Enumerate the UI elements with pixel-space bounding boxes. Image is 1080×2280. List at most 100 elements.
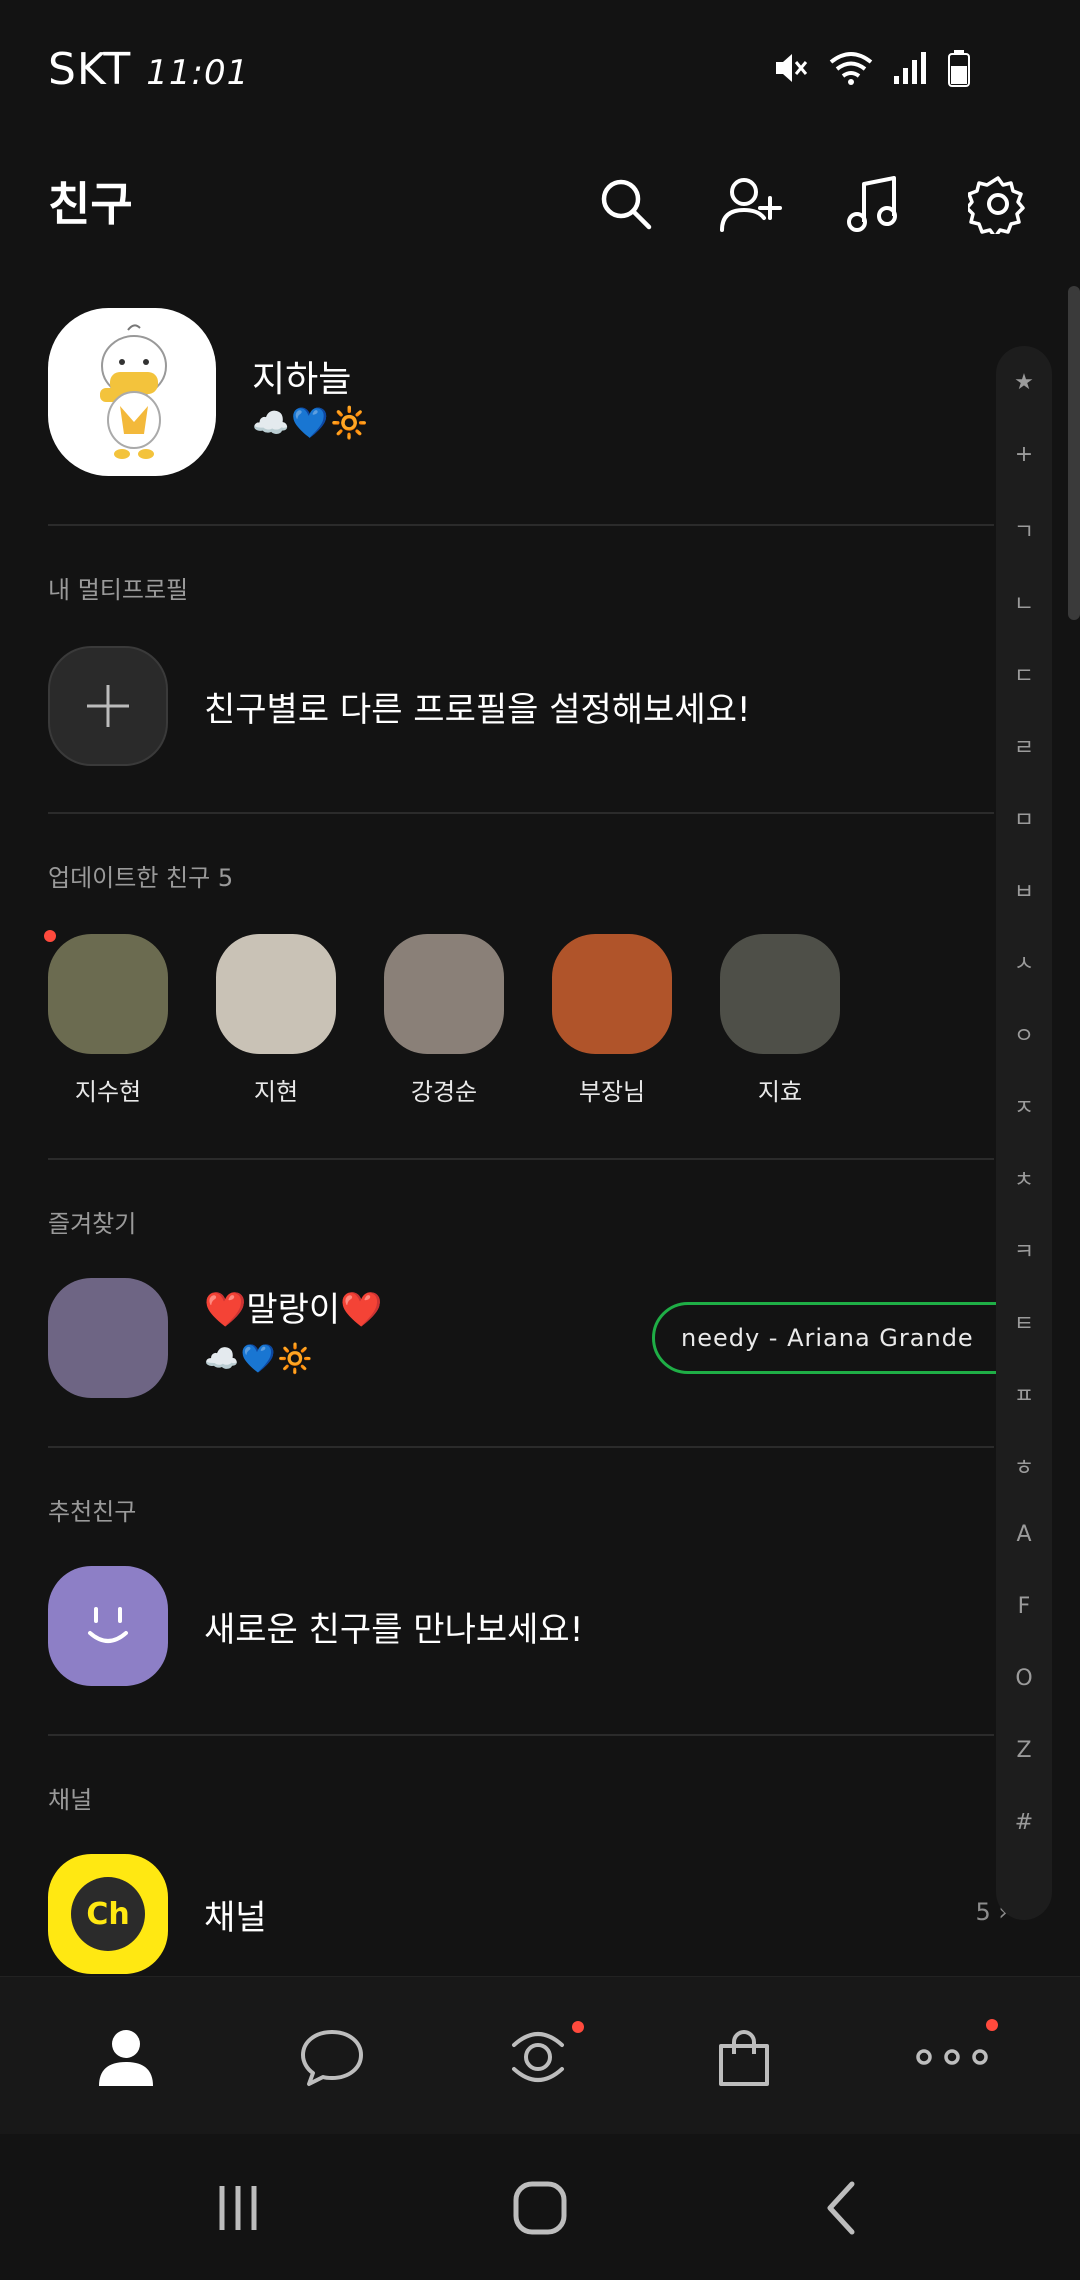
- bottom-navigation: [0, 1976, 1080, 2134]
- signal-icon: [894, 52, 926, 84]
- divider: [48, 1734, 994, 1736]
- page-title: 친구: [48, 177, 133, 231]
- index-letter[interactable]: ㅋ: [996, 1234, 1052, 1266]
- updated-friend[interactable]: 부장님: [552, 934, 672, 1107]
- person-icon: [99, 2030, 153, 2086]
- back-button[interactable]: [802, 2168, 882, 2248]
- multi-profile-prompt[interactable]: 친구별로 다른 프로필을 설정해보세요!: [204, 682, 751, 731]
- channel-logo-badge: Ch: [71, 1877, 145, 1951]
- index-letter[interactable]: O: [996, 1666, 1052, 1691]
- friend-avatar: [552, 934, 672, 1054]
- index-letter[interactable]: ㄷ: [996, 658, 1052, 690]
- updated-friend[interactable]: 지수현: [44, 930, 168, 1107]
- nav-more-tab[interactable]: [912, 2017, 998, 2097]
- recent-apps-button[interactable]: [198, 2168, 278, 2248]
- plus-icon: [87, 685, 129, 727]
- index-letter[interactable]: ㅍ: [996, 1378, 1052, 1410]
- index-letter[interactable]: #: [996, 1810, 1052, 1835]
- profile-music-pill[interactable]: needy - Ariana Grande: [652, 1302, 1032, 1374]
- section-label-multi-profile: 내 멀티프로필: [48, 576, 189, 604]
- friend-avatar: [720, 934, 840, 1054]
- index-letter[interactable]: ㅇ: [996, 1018, 1052, 1050]
- recent-apps-icon: [219, 2186, 257, 2230]
- smile-icon: [88, 1607, 128, 1643]
- search-icon: [601, 179, 652, 230]
- wifi-icon: [829, 52, 873, 85]
- speech-bubble-icon: [301, 2030, 363, 2086]
- clock: 11:01: [146, 53, 250, 93]
- mute-icon: [776, 54, 808, 82]
- friend-name: 부장님: [578, 1078, 646, 1106]
- index-letter[interactable]: +: [996, 442, 1052, 467]
- system-navigation: [0, 2134, 1080, 2280]
- index-letter[interactable]: ㅌ: [996, 1306, 1052, 1338]
- status-icons: [770, 48, 972, 88]
- index-letter[interactable]: ㅊ: [996, 1162, 1052, 1194]
- more-dots-icon: [916, 2049, 988, 2065]
- index-letter[interactable]: F: [996, 1594, 1052, 1619]
- favorite-name[interactable]: ❤️말랑이❤️: [204, 1282, 383, 1331]
- search-button[interactable]: [594, 172, 658, 236]
- status-carrier-time: SKT 11:01: [48, 44, 249, 95]
- index-letter[interactable]: ㅅ: [996, 946, 1052, 978]
- friend-name: 지현: [253, 1078, 299, 1106]
- new-badge-dot: [572, 2021, 584, 2033]
- index-letter[interactable]: ★: [996, 370, 1052, 395]
- settings-button[interactable]: [966, 172, 1030, 236]
- status-bar: SKT 11:01: [0, 0, 1080, 140]
- gear-icon: [968, 176, 1025, 234]
- index-letter[interactable]: ㅈ: [996, 1090, 1052, 1122]
- divider: [48, 812, 994, 814]
- index-letter[interactable]: A: [996, 1522, 1052, 1547]
- recommend-friends-button[interactable]: [48, 1566, 168, 1686]
- favorite-avatar[interactable]: [48, 1278, 168, 1398]
- new-badge-dot: [986, 2019, 998, 2031]
- my-avatar[interactable]: [48, 308, 216, 476]
- favorite-status: ☁️💙🔆: [204, 1342, 315, 1375]
- carrier-label: SKT: [48, 44, 132, 95]
- add-multi-profile-button[interactable]: [48, 646, 168, 766]
- my-profile-row[interactable]: 지하늘 ☁️💙🔆: [48, 308, 978, 478]
- channel-logo[interactable]: Ch: [48, 1854, 168, 1974]
- updated-friend[interactable]: 지효: [720, 934, 840, 1107]
- profile-music-title: needy - Ariana Grande: [681, 1324, 974, 1352]
- channel-label[interactable]: 채널: [204, 1890, 267, 1939]
- recommend-prompt[interactable]: 새로운 친구를 만나보세요!: [204, 1602, 583, 1651]
- index-letter[interactable]: ㅂ: [996, 874, 1052, 906]
- nav-friends-tab[interactable]: [86, 2017, 166, 2097]
- section-label-channel: 채널: [48, 1786, 93, 1814]
- index-letter[interactable]: ㅎ: [996, 1450, 1052, 1482]
- character-avatar-icon: [100, 324, 167, 459]
- friend-name: 지수현: [74, 1078, 142, 1106]
- updated-friend[interactable]: 지현: [216, 934, 336, 1107]
- my-name: 지하늘: [252, 359, 352, 400]
- friend-avatar: [216, 934, 336, 1054]
- section-label-favorites: 즐겨찾기: [48, 1210, 137, 1238]
- index-letter[interactable]: ㅁ: [996, 802, 1052, 834]
- index-letter[interactable]: ㄱ: [996, 514, 1052, 546]
- music-button[interactable]: [842, 172, 906, 236]
- section-label-recommended: 추천친구: [48, 1498, 137, 1526]
- music-icon: [847, 176, 897, 232]
- nav-chats-tab[interactable]: [292, 2017, 372, 2097]
- home-square-icon: [513, 2181, 567, 2235]
- index-letter[interactable]: ㄴ: [996, 586, 1052, 618]
- section-label-updated-friends: 업데이트한 친구 5: [48, 864, 234, 892]
- updated-friend[interactable]: 강경순: [384, 934, 504, 1107]
- scrollbar-thumb[interactable]: [1068, 286, 1080, 620]
- channel-count-value: 5: [975, 1898, 991, 1926]
- index-letter[interactable]: ㄹ: [996, 730, 1052, 762]
- index-letter[interactable]: Z: [996, 1738, 1052, 1763]
- nav-shopping-tab[interactable]: [704, 2017, 784, 2097]
- eye-view-icon: [512, 2032, 564, 2082]
- home-button[interactable]: [500, 2168, 580, 2248]
- back-chevron-icon: [827, 2181, 855, 2235]
- add-friend-button[interactable]: [718, 172, 782, 236]
- add-friend-icon: [720, 178, 782, 232]
- shopping-bag-icon: [719, 2030, 769, 2086]
- index-scroller[interactable]: ★ + ㄱㄴㄷㄹㅁㅂㅅㅇㅈㅊㅋㅌㅍㅎ A F O Z #: [996, 346, 1052, 1920]
- nav-view-tab[interactable]: [498, 2017, 584, 2097]
- divider: [48, 524, 994, 526]
- friend-name: 지효: [757, 1078, 803, 1106]
- friend-name: 강경순: [410, 1078, 478, 1106]
